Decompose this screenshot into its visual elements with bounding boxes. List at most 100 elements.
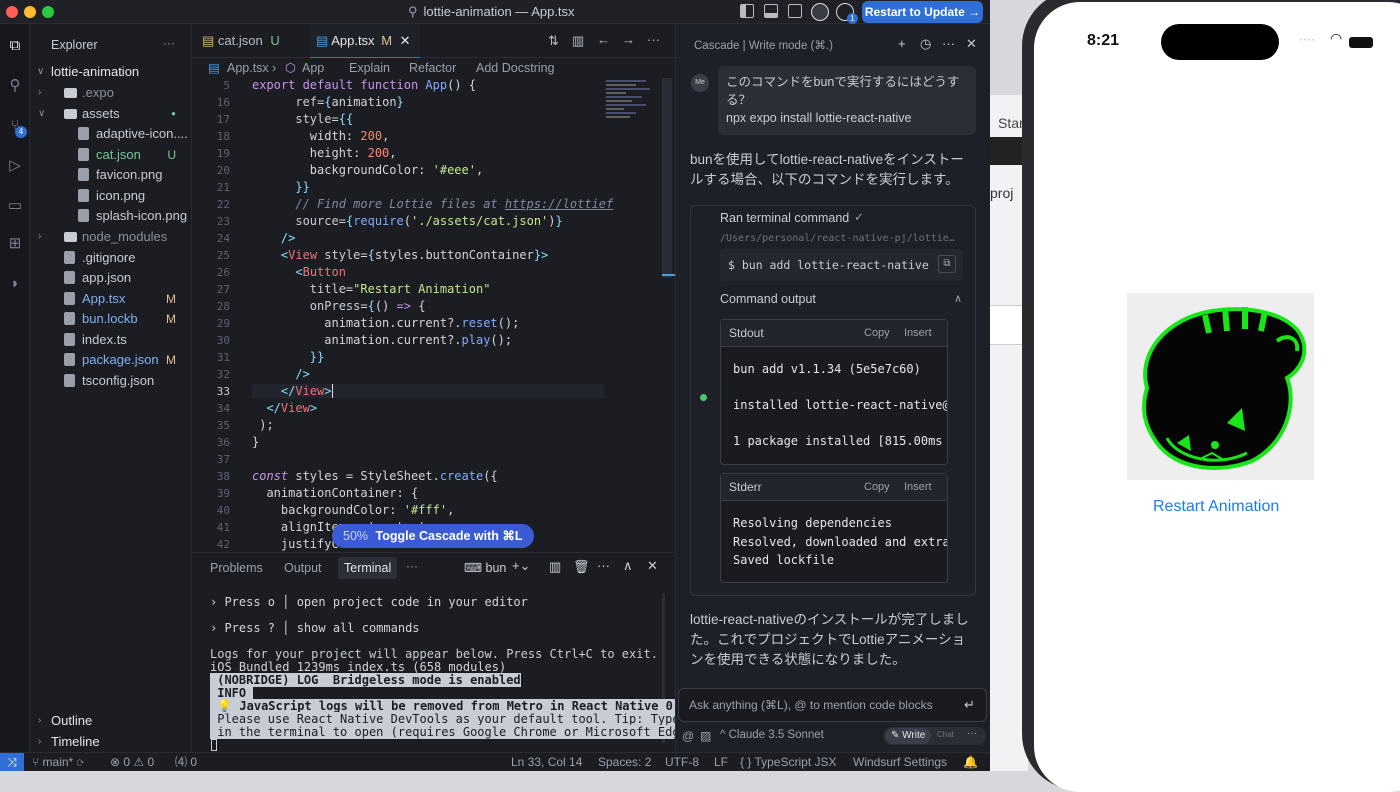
send-icon[interactable]: ↵ bbox=[964, 697, 975, 713]
problems-indicator[interactable]: ⊗ 0 ⚠ 0 bbox=[110, 753, 154, 771]
close-window-button[interactable] bbox=[6, 6, 18, 18]
accounts-icon[interactable] bbox=[811, 3, 829, 21]
tree-file[interactable]: adaptive-icon.... bbox=[30, 124, 192, 144]
tree-folder[interactable]: › .expo bbox=[30, 83, 192, 103]
minimize-window-button[interactable] bbox=[24, 6, 36, 18]
outline-section[interactable]: › Outline bbox=[30, 711, 192, 731]
collapse-icon[interactable]: ∧ bbox=[954, 292, 962, 305]
language-mode[interactable]: { } TypeScript JSX bbox=[740, 753, 837, 771]
go-back-icon[interactable]: ← bbox=[597, 32, 610, 47]
tree-file[interactable]: icon.png bbox=[30, 186, 192, 206]
tab-problems[interactable]: Problems bbox=[210, 561, 263, 575]
write-mode-button[interactable]: ✎ Write bbox=[885, 728, 932, 744]
split-editor-icon[interactable]: ▥ bbox=[572, 33, 584, 49]
close-cascade-icon[interactable]: ✕ bbox=[966, 36, 977, 52]
mention-icon[interactable]: @ bbox=[682, 729, 694, 743]
search-icon[interactable]: ⚲ bbox=[5, 76, 25, 96]
extensions-icon[interactable]: ⊞ bbox=[5, 234, 25, 254]
stdout-box: Stdout Copy Insert bun add v1.1.34 (5e5e… bbox=[720, 319, 948, 465]
restart-to-update-button[interactable]: Restart to Update → bbox=[862, 1, 983, 23]
new-terminal-icon[interactable]: +⌄ bbox=[512, 558, 530, 574]
branch-indicator[interactable]: ⑂ main* ⟳ bbox=[32, 753, 84, 771]
copy-icon[interactable]: ⧉ bbox=[938, 255, 956, 273]
maximize-panel-icon[interactable]: ∧ bbox=[623, 558, 633, 574]
tree-file[interactable]: splash-icon.png bbox=[30, 206, 192, 226]
encoding[interactable]: UTF-8 bbox=[665, 753, 699, 771]
notifications-icon[interactable]: 1 bbox=[836, 3, 858, 24]
refactor-codelens[interactable]: Refactor bbox=[409, 58, 456, 78]
source-control-icon[interactable]: ⑂ 4 bbox=[5, 116, 27, 138]
close-panel-icon[interactable]: ✕ bbox=[647, 558, 658, 574]
tree-file[interactable]: cat.json U bbox=[30, 145, 192, 165]
explorer-more-button[interactable]: ··· bbox=[163, 36, 175, 50]
indentation[interactable]: Spaces: 2 bbox=[598, 753, 651, 771]
windsurf-settings[interactable]: Windsurf Settings bbox=[853, 753, 947, 771]
cursor-position[interactable]: Ln 33, Col 14 bbox=[511, 753, 582, 771]
code-view[interactable]: 5 16 17 18 19 20 21 22 23 24 25 26 27 28 29 30 31 32 33 34 3… bbox=[192, 78, 675, 552]
git-status-badge: M bbox=[166, 292, 176, 306]
remote-indicator-icon[interactable]: ⤨ bbox=[0, 753, 24, 771]
panel-more-button[interactable]: ··· bbox=[406, 559, 418, 573]
scroll-position-marker bbox=[662, 274, 675, 276]
tree-folder[interactable]: › node_modules bbox=[30, 227, 192, 247]
docker-icon[interactable]: ◗ bbox=[5, 274, 25, 294]
close-tab-icon[interactable]: ✕ bbox=[400, 33, 411, 48]
run-debug-icon[interactable]: ▷ bbox=[5, 156, 25, 176]
source-control-badge: 4 bbox=[15, 126, 27, 138]
tab-terminal[interactable]: Terminal bbox=[338, 557, 398, 579]
command-center[interactable]: ⚲ lottie-animation — App.tsx bbox=[408, 3, 575, 21]
breadcrumb-symbol[interactable]: App bbox=[302, 58, 324, 78]
remote-explorer-icon[interactable]: ▭ bbox=[5, 196, 25, 216]
tree-folder[interactable]: ∨ assets ● bbox=[30, 104, 192, 124]
cascade-input[interactable]: Ask anything (⌘L), @ to mention code blo… bbox=[678, 688, 987, 722]
toggle-panel-icon[interactable] bbox=[764, 4, 778, 18]
tree-file[interactable]: bun.lockb M bbox=[30, 309, 192, 329]
minimap[interactable] bbox=[606, 78, 660, 168]
timeline-section[interactable]: › Timeline bbox=[30, 732, 192, 752]
cascade-more-icon[interactable]: ··· bbox=[942, 36, 955, 51]
toggle-cascade-toast[interactable]: 50% Toggle Cascade with ⌘L × bbox=[332, 524, 534, 567]
bell-icon[interactable]: 🔔 bbox=[963, 753, 978, 771]
mode-more-icon[interactable]: ··· bbox=[967, 728, 977, 739]
explorer-icon[interactable]: ⧉ bbox=[5, 36, 25, 56]
image-icon[interactable]: ▨ bbox=[700, 729, 711, 743]
editor-more-icon[interactable]: ··· bbox=[647, 32, 660, 47]
restart-animation-button[interactable]: Restart Animation bbox=[1153, 498, 1279, 516]
trash-icon[interactable]: 🗑 bbox=[573, 559, 590, 575]
tab-cat-json[interactable]: ▤ cat.json U bbox=[202, 24, 310, 58]
layout-icon[interactable] bbox=[788, 4, 802, 18]
terminal-shell-selector[interactable]: ⌨ bun bbox=[464, 560, 506, 575]
history-icon[interactable]: ◷ bbox=[920, 36, 931, 52]
go-forward-icon[interactable]: → bbox=[622, 32, 635, 47]
toggle-sidebar-icon[interactable] bbox=[740, 4, 754, 18]
copy-button[interactable]: Copy bbox=[864, 481, 890, 493]
add-docstring-codelens[interactable]: Add Docstring bbox=[476, 58, 555, 78]
tree-file[interactable]: favicon.png bbox=[30, 165, 192, 185]
split-terminal-icon[interactable]: ▥ bbox=[549, 559, 561, 575]
breadcrumb-file[interactable]: App.tsx bbox=[227, 58, 269, 78]
terminal-line: Please use React Native DevTools as your… bbox=[210, 712, 695, 726]
explain-codelens[interactable]: Explain bbox=[349, 58, 390, 78]
tree-root-folder[interactable]: ∨ lottie-animation bbox=[30, 62, 192, 82]
copy-button[interactable]: Copy bbox=[864, 327, 890, 339]
tree-file[interactable]: tsconfig.json bbox=[30, 371, 192, 391]
end-of-line[interactable]: LF bbox=[714, 753, 728, 771]
editor-scrollbar[interactable] bbox=[662, 78, 672, 278]
compare-icon[interactable]: ⇅ bbox=[548, 33, 559, 49]
insert-button[interactable]: Insert bbox=[904, 481, 932, 493]
model-selector[interactable]: ^ Claude 3.5 Sonnet bbox=[720, 729, 824, 741]
terminal-more-icon[interactable]: ··· bbox=[597, 558, 610, 573]
tree-file[interactable]: package.json M bbox=[30, 350, 192, 370]
chat-mode-button[interactable]: Chat bbox=[937, 730, 954, 739]
insert-button[interactable]: Insert bbox=[904, 327, 932, 339]
tree-file[interactable]: App.tsx M bbox=[30, 289, 192, 309]
tree-file[interactable]: .gitignore bbox=[30, 248, 192, 268]
zoom-window-button[interactable] bbox=[42, 6, 54, 18]
new-chat-icon[interactable]: + bbox=[898, 36, 906, 51]
tree-file[interactable]: index.ts bbox=[30, 330, 192, 350]
ports-indicator[interactable]: ⑷ 0 bbox=[175, 753, 197, 771]
tab-output[interactable]: Output bbox=[284, 561, 322, 575]
terminal-line: Logs for your project will appear below.… bbox=[210, 647, 658, 661]
tree-file[interactable]: app.json bbox=[30, 268, 192, 288]
tab-app-tsx[interactable]: ▤ App.tsx M ✕ bbox=[310, 24, 420, 58]
